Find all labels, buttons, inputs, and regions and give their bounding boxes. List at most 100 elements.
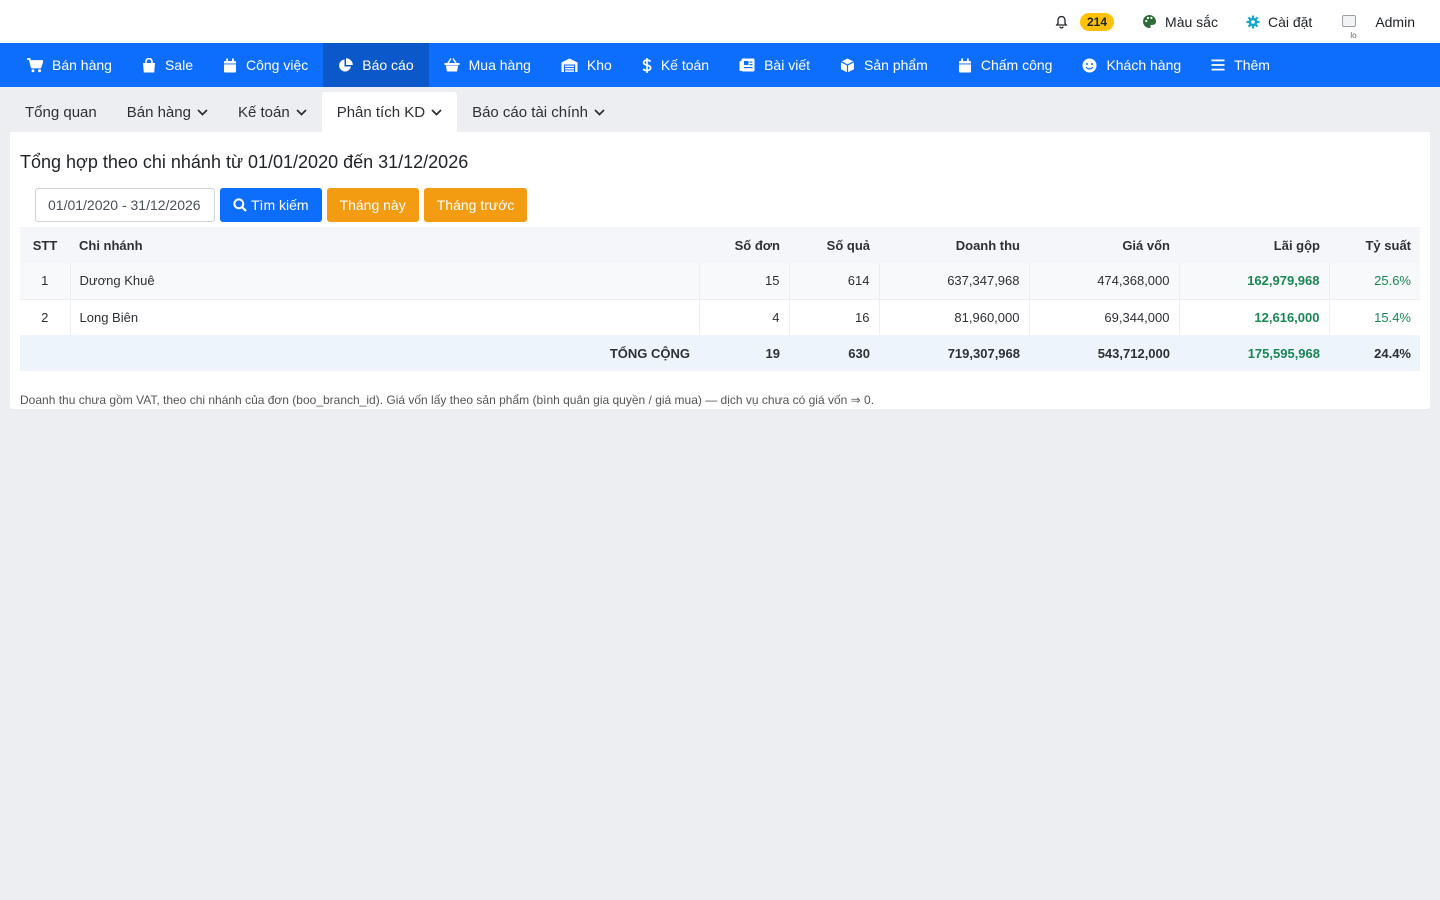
top-bar: 214 Màu sắc Cài đặt lo Admin (0, 0, 1440, 43)
total-profit: 175,595,968 (1179, 335, 1329, 371)
chevron-down-icon (431, 108, 442, 116)
nav-item-sale[interactable]: Sale (127, 43, 208, 87)
tab-label: Phân tích KD (336, 103, 426, 121)
shopping-bag-icon (142, 57, 155, 72)
tab-label: Tổng quan (25, 103, 97, 121)
col-orders[interactable]: Số đơn (699, 227, 789, 263)
branch-summary-table: STT Chi nhánh Số đơn Số quả Doanh thu Gi… (20, 227, 1420, 371)
smile-icon (1082, 58, 1097, 72)
cell-cost: 69,344,000 (1029, 298, 1180, 335)
nav-label: Bán hàng (52, 57, 112, 73)
nav-item-them[interactable]: Thêm (1196, 43, 1285, 87)
palette-icon (1143, 15, 1157, 28)
this-month-button[interactable]: Tháng này (326, 188, 419, 222)
page-title: Tổng hợp theo chi nhánh từ 01/01/2020 đế… (20, 152, 469, 172)
nav-label: Kho (586, 57, 612, 73)
date-range-input[interactable] (35, 188, 215, 222)
nav-item-khach-hang[interactable]: Khách hàng (1067, 43, 1196, 87)
col-revenue[interactable]: Doanh thu (879, 227, 1029, 263)
table-header-row: STT Chi nhánh Số đơn Số quả Doanh thu Gi… (20, 227, 1420, 263)
box-icon (840, 58, 855, 72)
cell-branch: Long Biên (70, 298, 700, 335)
notifications[interactable]: 214 (1055, 12, 1115, 31)
table-row: 1 Dương Khuê 15 614 637,347,968 474,368,… (20, 263, 1420, 299)
cell-gifts: 614 (789, 263, 880, 299)
nav-item-cong-viec[interactable]: Công việc (208, 43, 323, 87)
nav-item-kho[interactable]: Kho (546, 43, 627, 87)
col-cost[interactable]: Giá vốn (1029, 227, 1179, 263)
cell-profit: 12,616,000 (1179, 298, 1330, 335)
nav-label: Công việc (245, 57, 309, 73)
cell-branch: Dương Khuê (70, 263, 700, 299)
nav-item-bao-cao[interactable]: Báo cáo (323, 43, 429, 87)
nav-item-san-pham[interactable]: Sản phẩm (825, 43, 943, 87)
settings-menu[interactable]: Cài đặt (1246, 14, 1312, 30)
user-name: Admin (1375, 13, 1415, 30)
filter-bar: Tìm kiếm Tháng này Tháng trước (35, 188, 528, 222)
nav-label: Kế toán (660, 57, 710, 73)
col-profit[interactable]: Lãi gộp (1179, 227, 1329, 263)
cell-revenue: 81,960,000 (879, 298, 1030, 335)
total-label: TỔNG CỘNG (20, 335, 699, 371)
report-footnote: Doanh thu chưa gồm VAT, theo chi nhánh c… (20, 393, 875, 407)
bell-icon (1055, 15, 1068, 29)
nav-item-ke-toan[interactable]: Kế toán (627, 43, 724, 87)
cell-orders: 15 (699, 263, 790, 299)
col-branch[interactable]: Chi nhánh (70, 227, 699, 263)
tab-ban-hang[interactable]: Bán hàng (112, 92, 223, 132)
nav-label: Thêm (1234, 57, 1270, 73)
cell-stt: 1 (20, 263, 71, 299)
user-menu[interactable]: lo Admin (1340, 9, 1415, 40)
total-margin: 24.4% (1329, 335, 1420, 371)
table-total-row: TỔNG CỘNG 19 630 719,307,968 543,712,000… (20, 335, 1420, 371)
chevron-down-icon (296, 108, 307, 116)
tab-label: Kế toán (237, 103, 290, 121)
gear-icon (1246, 15, 1260, 28)
nav-item-ban-hang[interactable]: Bán hàng (12, 43, 127, 87)
last-month-button[interactable]: Tháng trước (423, 188, 528, 222)
tab-phan-tich-kd[interactable]: Phân tích KD (321, 92, 458, 132)
total-orders: 19 (699, 335, 789, 371)
nav-label: Bài viết (764, 57, 811, 73)
warehouse-icon (561, 58, 578, 72)
tab-bao-cao-tai-chinh[interactable]: Báo cáo tài chính (457, 92, 620, 132)
nav-item-bai-viet[interactable]: Bài viết (724, 43, 825, 87)
calendar-icon (223, 58, 236, 72)
avatar: lo (1340, 9, 1362, 40)
newspaper-icon (739, 58, 755, 72)
chevron-down-icon (197, 108, 208, 116)
cell-revenue: 637,347,968 (879, 263, 1030, 299)
colors-menu[interactable]: Màu sắc (1142, 14, 1218, 30)
cell-cost: 474,368,000 (1029, 263, 1180, 299)
report-card: Tổng hợp theo chi nhánh từ 01/01/2020 đế… (10, 132, 1430, 409)
tab-label: Bán hàng (126, 103, 191, 121)
menu-icon (1211, 59, 1225, 71)
this-month-label: Tháng này (339, 197, 406, 213)
col-margin[interactable]: Tỷ suất (1329, 227, 1420, 263)
nav-label: Sale (164, 57, 193, 73)
nav-label: Chấm công (980, 57, 1053, 73)
cell-margin: 25.6% (1329, 263, 1420, 299)
cell-gifts: 16 (789, 298, 880, 335)
colors-label: Màu sắc (1165, 13, 1218, 30)
avatar-alt-text: lo (1350, 30, 1357, 40)
col-stt[interactable]: STT (20, 227, 70, 263)
cell-profit: 162,979,968 (1179, 263, 1330, 299)
broken-image-icon (1342, 14, 1357, 27)
search-button[interactable]: Tìm kiếm (220, 188, 322, 222)
tab-ke-toan[interactable]: Kế toán (223, 92, 322, 132)
table-row: 2 Long Biên 4 16 81,960,000 69,344,000 1… (20, 298, 1420, 335)
nav-label: Sản phẩm (864, 57, 928, 73)
nav-item-mua-hang[interactable]: Mua hàng (429, 43, 546, 87)
pie-chart-icon (339, 57, 354, 71)
settings-label: Cài đặt (1267, 13, 1313, 30)
tab-tong-quan[interactable]: Tổng quan (10, 92, 112, 132)
nav-item-cham-cong[interactable]: Chấm công (943, 43, 1068, 87)
tab-label: Báo cáo tài chính (472, 103, 588, 121)
chevron-down-icon (594, 108, 605, 116)
report-subtabs: Tổng quan Bán hàng Kế toán Phân tích KD … (10, 92, 620, 132)
col-gifts[interactable]: Số quả (789, 227, 879, 263)
search-button-label: Tìm kiếm (251, 197, 309, 213)
cell-margin: 15.4% (1329, 298, 1420, 335)
cell-stt: 2 (20, 298, 71, 335)
